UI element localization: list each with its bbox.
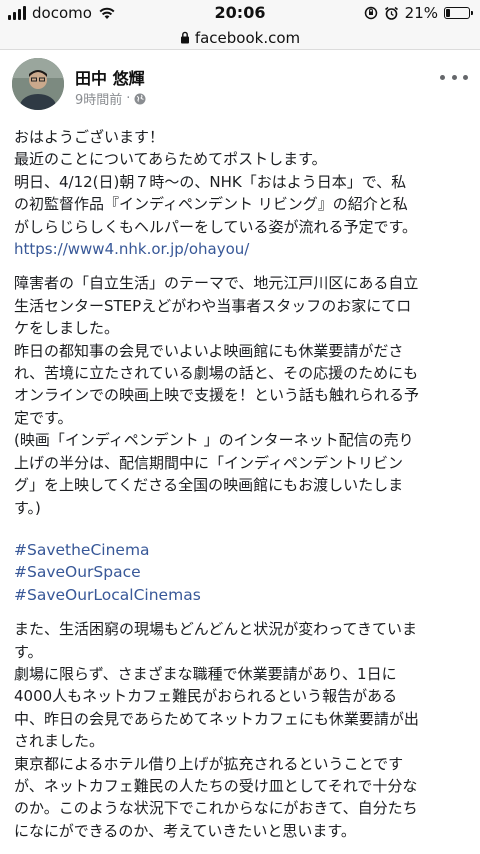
post-meta: 9時間前 ·	[75, 89, 146, 108]
status-bar: docomo 20:06 21%	[0, 0, 480, 26]
hashtag-link[interactable]: #SaveOurLocalCinemas	[14, 584, 470, 606]
post-text-line: 上げの半分は、配信期間中に「インディペンデントリビン	[14, 453, 403, 472]
post-text-line: 中、昨日の会見であらためてネットカフェにも休業要請が出	[14, 709, 419, 728]
post-text-line: が、ネットカフェ難民の人たちの受け皿としてそれで十分な	[14, 776, 418, 795]
post-text-line: 明日、4/12(日)朝７時〜の、NHK「おはよう日本」で、私	[14, 172, 407, 191]
alarm-icon	[384, 6, 398, 20]
post-text-line: 東京都によるホテル借り上げが拡充されるということです	[14, 754, 404, 773]
orientation-lock-icon	[364, 6, 377, 20]
post-text-line: おはようございます！	[14, 128, 165, 146]
post-text-line: されました。	[14, 732, 105, 751]
post-text-line: の初監督作品『インディペンデント リビング』の紹介と私	[14, 195, 408, 214]
hashtag-link[interactable]: #SaveOurSpace	[14, 561, 470, 583]
post-text-line: また、生活困窮の現場もどんどんと状況が変わってきていま	[14, 620, 418, 639]
post-text-line: のか。このような状況下でこれからなにがおきて、自分たち	[14, 799, 418, 818]
avatar-image	[12, 58, 64, 110]
post-text-line: す。)	[14, 498, 41, 517]
hashtag-link[interactable]: #SavetheCinema	[14, 539, 470, 561]
url-domain: facebook.com	[194, 28, 301, 47]
post-text-line: オンラインでの映画上映で支援を！という話も触れられる予	[14, 386, 420, 405]
post-text-line: グ」を上映してくださる全国の映画館にもお渡しいたしま	[14, 476, 404, 495]
post-text-line: 障害者の「自立生活」のテーマで、地元江戸川区にある自立	[14, 274, 419, 293]
post-link[interactable]: https://www4.nhk.or.jp/ohayou/	[14, 238, 470, 260]
post-body: おはようございます！ 最近のことについてあらためてポストします。明日、4/12(日…	[14, 126, 470, 842]
post-text-line: れ、苦境に立たされている劇場の話と、その応援のためにも	[14, 364, 419, 383]
post-text-line: 4000人もネットカフェ難民がおられるという報告がある	[14, 687, 398, 706]
battery-percent: 21%	[404, 4, 438, 22]
status-right: 21%	[364, 4, 473, 22]
post-time[interactable]: 9時間前	[75, 89, 122, 108]
post-text-line: がしらじらしくもヘルパーをしている姿が流れる予定です。	[14, 217, 418, 236]
post-header: 田中 悠輝 9時間前 ·	[12, 58, 468, 110]
post-text-line: 劇場に限らず、さまざまな職種で休業要請があり、1日に	[14, 664, 397, 683]
post-text-line: 最近のことについてあらためてポストします。	[14, 150, 327, 169]
post-text-line: す。	[14, 642, 43, 661]
avatar[interactable]	[12, 58, 64, 110]
url-bar[interactable]: facebook.com	[0, 26, 480, 50]
post-author[interactable]: 田中 悠輝	[75, 65, 145, 89]
post-text-line: (映画「インディペンデント 」のインターネット配信の売り	[14, 431, 414, 450]
post-text-line: ケをしました。	[14, 319, 120, 338]
post-text-line: 昨日の都知事の会見でいよいよ映画館にも休業要請がださ	[14, 341, 404, 360]
globe-icon	[134, 93, 146, 104]
lock-icon	[180, 31, 189, 44]
battery-icon	[444, 7, 473, 19]
post-text-line: 生活センターSTEPえどがわや当事者スタッフのお家にてロ	[14, 296, 412, 315]
more-options-icon[interactable]	[440, 68, 468, 86]
post-text-line: 定です。	[14, 408, 73, 427]
meta-separator: ·	[126, 91, 131, 106]
post-text-line: になにができるのか、考えていきたいと思います。	[14, 821, 356, 840]
battery-level	[446, 9, 451, 17]
